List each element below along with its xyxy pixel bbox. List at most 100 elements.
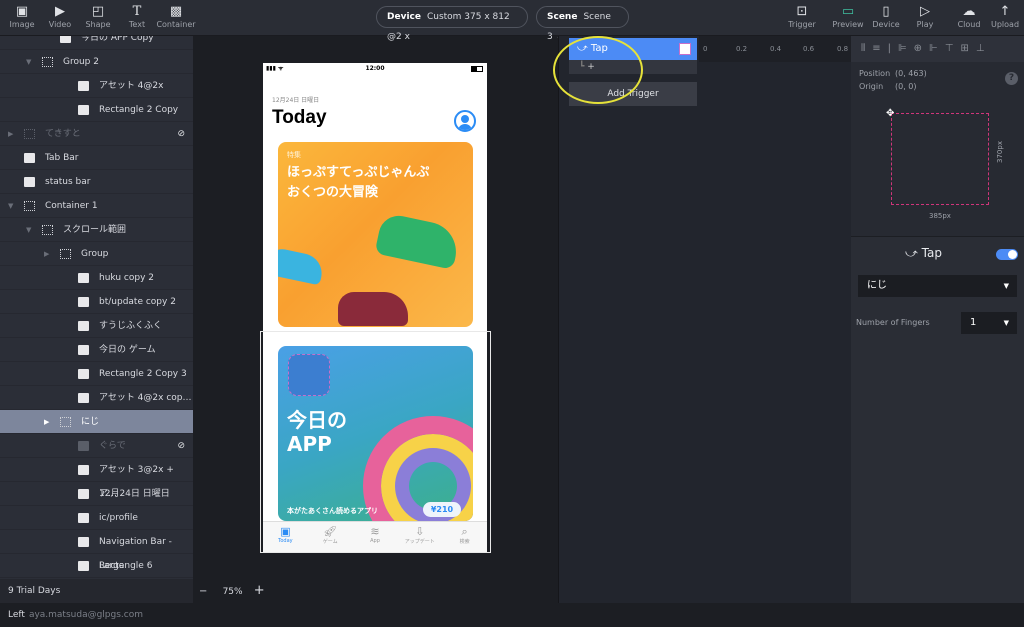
video-tool-button[interactable]: ▶ Video	[40, 4, 80, 29]
help-icon[interactable]: ?	[1005, 72, 1018, 85]
signal-icon: ▮▮▮ ᯤ	[266, 65, 284, 72]
layer-row[interactable]: アセット 4@2x cop…	[0, 386, 193, 410]
container-tool-button[interactable]: ▩ Container	[156, 4, 196, 29]
timeline-ruler[interactable]: 0 0.2 0.4 0.6 0.8	[699, 36, 852, 62]
layer-row[interactable]: ▼ スクロール範囲	[0, 218, 193, 242]
play-button[interactable]: ▷ Play	[905, 4, 945, 29]
image-layer-icon	[78, 441, 89, 451]
layer-row[interactable]: ▼ Container 1	[0, 194, 193, 218]
trigger-icon: ⊡	[796, 4, 808, 19]
tap-gesture-icon: ⤻	[905, 246, 922, 260]
layer-row[interactable]: Navigation Bar - Large	[0, 530, 193, 571]
layer-name: 今日の APP Copy	[81, 36, 154, 43]
position-value[interactable]: (0, 463)	[895, 69, 927, 78]
image-layer-icon	[78, 273, 89, 283]
origin-label: Origin	[859, 82, 884, 91]
image-layer-icon	[78, 465, 89, 475]
zoom-control: − 75% +	[195, 579, 265, 604]
layer-row[interactable]: 12月24日 日曜日	[0, 482, 193, 506]
selection-outline[interactable]	[260, 331, 491, 553]
gesture-settings: ⤻ Tap にじ ▼ Number of Fingers 1 ▼	[851, 236, 1024, 603]
layer-row[interactable]: 今日の ゲーム	[0, 338, 193, 362]
origin-value[interactable]: (0, 0)	[895, 82, 917, 91]
feature-card[interactable]: 特集 ほっぷすてっぷじゃんぷ おくつの大冒険	[278, 142, 473, 327]
layer-row[interactable]: ぐらで ⊘	[0, 434, 193, 458]
layer-name: Group 2	[63, 57, 99, 67]
cloud-icon: ☁	[962, 4, 976, 19]
layer-row[interactable]: ▼ Group 2	[0, 50, 193, 74]
layer-row[interactable]: アセット 4@2x	[0, 74, 193, 98]
layer-row[interactable]: ▶ Group	[0, 242, 193, 266]
fingers-select[interactable]: 1 ▼	[961, 312, 1017, 334]
preview-button[interactable]: ▭ Preview	[828, 4, 868, 29]
image-layer-icon	[78, 297, 89, 307]
card-title-line1: ほっぷすてっぷじゃんぷ	[287, 165, 430, 180]
layer-row[interactable]: ▶ にじ	[0, 410, 193, 434]
date-label: 12月24日 日曜日	[272, 97, 320, 104]
image-layer-icon	[78, 345, 89, 355]
text-tool-button[interactable]: T Text	[117, 4, 157, 29]
caret-down-icon: ▼	[1003, 282, 1009, 290]
bounds-preview	[891, 113, 989, 205]
expand-down-icon[interactable]: ▼	[8, 194, 13, 218]
image-tool-button[interactable]: ▣ Image	[2, 4, 42, 29]
device-icon: ▯	[882, 4, 890, 19]
expand-right-icon[interactable]: ▶	[44, 242, 49, 266]
layer-name: アセット 4@2x	[99, 81, 164, 91]
layer-row[interactable]: Rectangle 2 Copy	[0, 98, 193, 122]
layer-row[interactable]: huku copy 2	[0, 266, 193, 290]
cloud-button[interactable]: ☁ Cloud	[949, 4, 989, 29]
layer-name: bt/update copy 2	[99, 297, 176, 307]
group-icon	[60, 417, 71, 427]
layer-name: Tab Bar	[45, 153, 79, 163]
layer-row[interactable]: すうじふくふく	[0, 314, 193, 338]
layer-name: Rectangle 6	[99, 561, 153, 571]
layer-row[interactable]: アセット 3@2x + ア…	[0, 458, 193, 499]
layer-row[interactable]: status bar	[0, 170, 193, 194]
scene-selector[interactable]: SceneScene 3 ⌄	[536, 6, 629, 42]
expand-down-icon[interactable]: ▼	[26, 218, 31, 242]
zoom-out-button[interactable]: −	[199, 586, 207, 597]
group-icon	[60, 249, 71, 259]
layer-name: huku copy 2	[99, 273, 154, 283]
layer-row[interactable]: ic/profile	[0, 506, 193, 530]
profile-icon[interactable]	[454, 110, 476, 132]
highlight-circle	[553, 36, 643, 104]
device-selector[interactable]: Device Custom 375 x 812 @2 x	[376, 6, 528, 42]
layer-name: Rectangle 2 Copy 3	[99, 369, 187, 379]
image-layer-icon	[78, 321, 89, 331]
image-layer-icon	[78, 561, 89, 571]
gesture-toggle[interactable]	[996, 249, 1018, 260]
top-toolbar: ▣ Image ▶ Video ◰ Shape T Text ▩ Container De…	[0, 0, 1024, 42]
align-toolbar[interactable]: ⫴≡|⊫⊕⊩⊤⊞⊥	[851, 36, 1024, 62]
trigger-checkbox[interactable]	[679, 43, 691, 55]
hidden-eye-icon[interactable]: ⊘	[177, 122, 185, 146]
layer-row[interactable]: Rectangle 6	[0, 554, 193, 578]
group-icon	[42, 225, 53, 235]
inspector-panel: ⫴≡|⊫⊕⊩⊤⊞⊥ Position (0, 463) Origin (0, 0…	[851, 36, 1024, 603]
upload-button[interactable]: ↑ Upload	[985, 4, 1024, 29]
layer-row[interactable]: ▶ てきすと ⊘	[0, 122, 193, 146]
device-button[interactable]: ▯ Device	[866, 4, 906, 29]
shape-icon: ◰	[91, 4, 105, 19]
expand-right-icon[interactable]: ▶	[8, 122, 13, 146]
height-label: 370px	[995, 141, 1004, 163]
group-icon	[24, 129, 35, 139]
zoom-in-button[interactable]: +	[254, 583, 265, 598]
width-label: 385px	[929, 212, 951, 220]
expand-right-icon[interactable]: ▶	[44, 410, 49, 434]
layer-row[interactable]: bt/update copy 2	[0, 290, 193, 314]
layer-name: Group	[81, 249, 109, 259]
trigger-button[interactable]: ⊡ Trigger	[782, 4, 822, 29]
hidden-eye-icon[interactable]: ⊘	[177, 434, 185, 458]
target-layer-select[interactable]: にじ ▼	[858, 275, 1017, 297]
image-layer-icon	[78, 369, 89, 379]
shape-tool-button[interactable]: ◰ Shape	[78, 4, 118, 29]
anchor-icon[interactable]: ✥	[886, 108, 894, 119]
expand-down-icon[interactable]: ▼	[26, 50, 31, 74]
page-title: Today	[272, 107, 327, 128]
layer-row[interactable]: Rectangle 2 Copy 3	[0, 362, 193, 386]
layer-row[interactable]: Tab Bar	[0, 146, 193, 170]
layer-name: てきすと	[45, 129, 81, 139]
layer-row[interactable]: 今日の APP Copy	[0, 36, 193, 50]
